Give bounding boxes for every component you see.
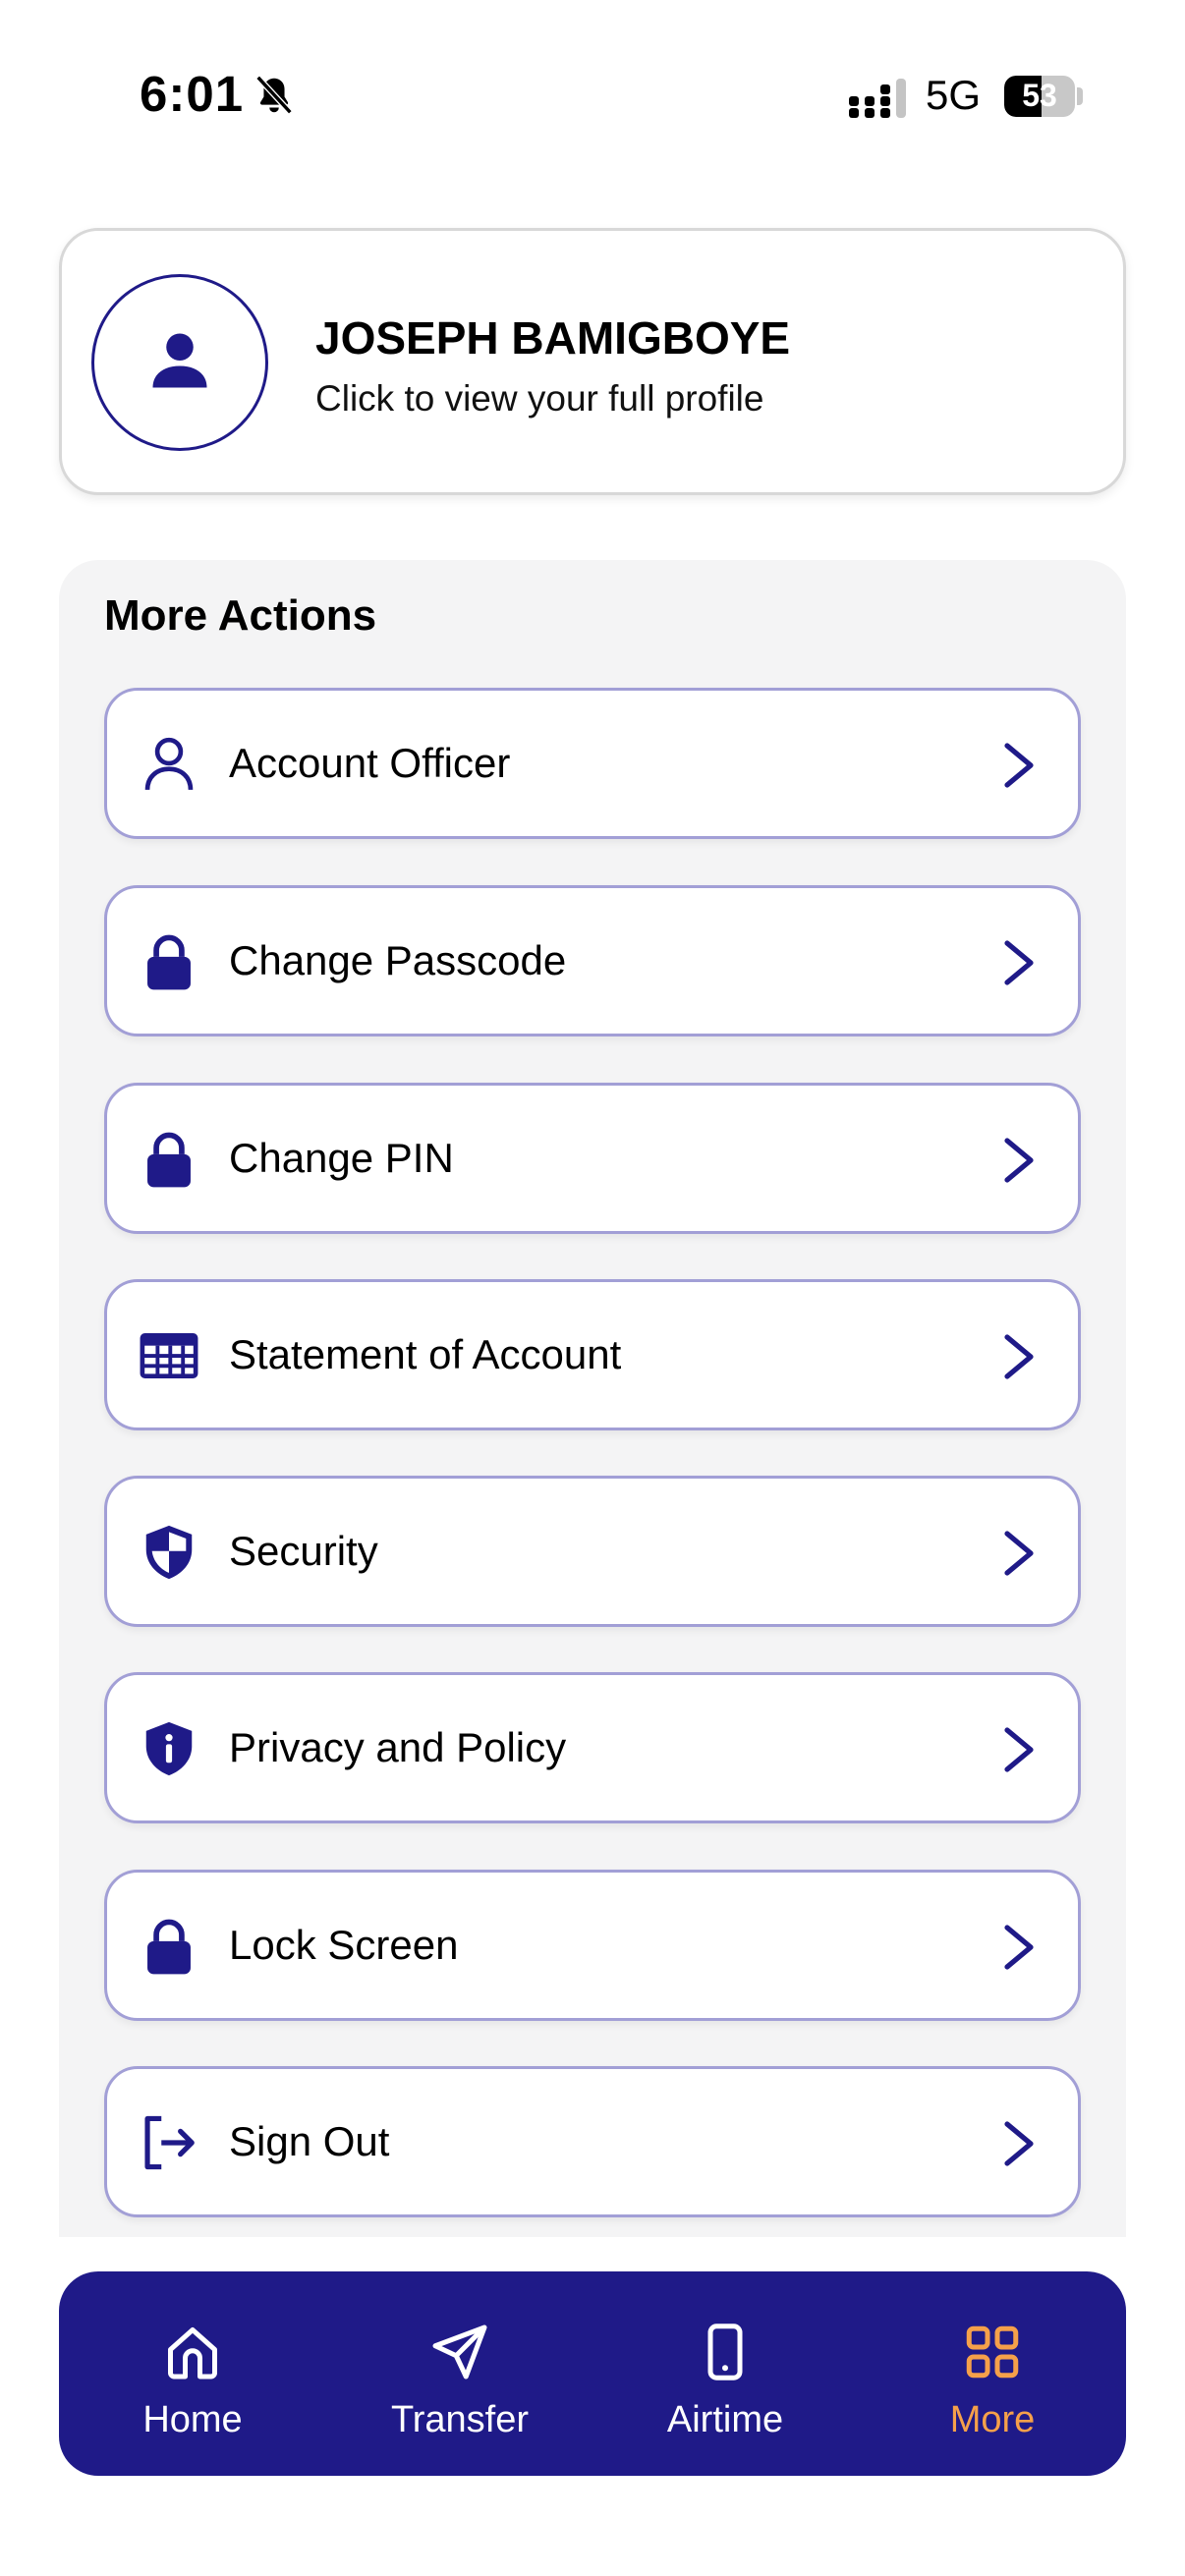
person-outline-icon (144, 737, 194, 791)
table-icon (140, 1333, 198, 1378)
chevron-right-icon (1004, 743, 1034, 788)
action-security[interactable]: Security (104, 1476, 1081, 1627)
grid-icon (966, 2325, 1019, 2379)
action-label: Sign Out (229, 2118, 390, 2164)
chevron-right-icon (1004, 2121, 1034, 2166)
action-account-officer[interactable]: Account Officer (104, 688, 1081, 839)
profile-subtitle: Click to view your full profile (315, 378, 764, 419)
home-icon (168, 2327, 217, 2380)
lock-icon (147, 1919, 191, 1975)
status-time: 6:01 (140, 66, 245, 122)
action-label: Statement of Account (229, 1331, 622, 1377)
bell-slash-icon (255, 75, 293, 115)
nav-label: Home (142, 2399, 243, 2440)
nav-item-airtime[interactable]: Airtime (592, 2271, 859, 2476)
section-title: More Actions (104, 591, 377, 640)
battery-level: 53 (1022, 78, 1057, 113)
action-label: Change PIN (229, 1135, 454, 1181)
action-label: Change Passcode (229, 937, 567, 983)
chevron-right-icon (1004, 1531, 1034, 1576)
shield-info-icon (145, 1721, 193, 1776)
action-sign-out[interactable]: Sign Out (104, 2066, 1081, 2217)
battery-cap (1077, 87, 1083, 105)
lock-icon (147, 934, 191, 990)
lock-icon (147, 1132, 191, 1188)
profile-card[interactable]: JOSEPH BAMIGBOYE Click to view your full… (59, 228, 1126, 495)
nav-item-transfer[interactable]: Transfer (326, 2271, 593, 2476)
action-lock-screen[interactable]: Lock Screen (104, 1870, 1081, 2021)
bottom-nav: Home Transfer Airtime More (59, 2271, 1126, 2476)
shield-icon (145, 1525, 193, 1580)
nav-label: More (949, 2399, 1036, 2440)
chevron-right-icon (1004, 1334, 1034, 1379)
signal-icon (849, 79, 906, 118)
action-label: Lock Screen (229, 1922, 459, 1968)
chevron-right-icon (1004, 1727, 1034, 1772)
chevron-right-icon (1004, 1925, 1034, 1970)
action-label: Security (229, 1528, 378, 1574)
sign-out-icon (144, 2115, 195, 2170)
action-label: Account Officer (229, 740, 511, 786)
battery-icon: 53 (1004, 76, 1075, 117)
profile-name: JOSEPH BAMIGBOYE (315, 312, 791, 364)
action-change-passcode[interactable]: Change Passcode (104, 885, 1081, 1036)
status-bar: 6:01 5G 53 (0, 0, 1185, 177)
action-label: Privacy and Policy (229, 1724, 567, 1770)
action-statement-of-account[interactable]: Statement of Account (104, 1279, 1081, 1430)
chevron-right-icon (1004, 1138, 1034, 1183)
nav-item-more[interactable]: More (859, 2271, 1126, 2476)
nav-label: Transfer (390, 2399, 530, 2440)
send-icon (432, 2324, 487, 2380)
avatar (91, 274, 268, 451)
person-icon (152, 333, 207, 388)
action-privacy-and-policy[interactable]: Privacy and Policy (104, 1672, 1081, 1823)
phone-icon (707, 2324, 743, 2380)
chevron-right-icon (1004, 940, 1034, 985)
nav-label: Airtime (666, 2399, 784, 2440)
nav-item-home[interactable]: Home (59, 2271, 326, 2476)
network-label: 5G (926, 72, 982, 118)
more-actions-panel: More Actions Account Officer Change Pass… (59, 560, 1126, 2237)
action-change-pin[interactable]: Change PIN (104, 1083, 1081, 1234)
